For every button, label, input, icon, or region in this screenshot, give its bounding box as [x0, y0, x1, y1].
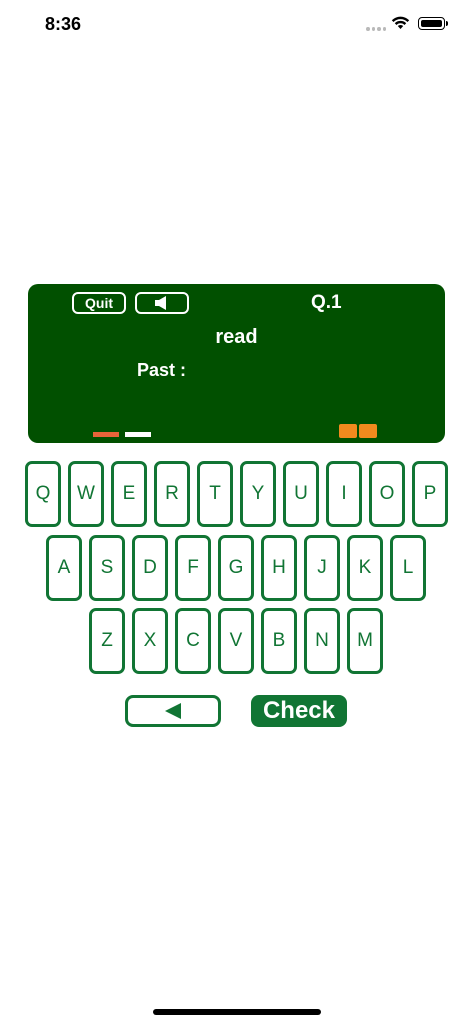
sound-button[interactable] — [135, 292, 189, 314]
key-s[interactable]: S — [89, 535, 125, 601]
key-w[interactable]: W — [68, 461, 104, 527]
status-bar: 8:36 — [0, 0, 473, 50]
score-indicator — [339, 424, 377, 438]
question-board: Quit Q.1 read Past : — [28, 284, 445, 443]
past-tense-label: Past : — [137, 360, 187, 380]
score-block — [359, 424, 377, 438]
key-d[interactable]: D — [132, 535, 168, 601]
key-k[interactable]: K — [347, 535, 383, 601]
key-c[interactable]: C — [175, 608, 211, 674]
key-n[interactable]: N — [304, 608, 340, 674]
key-g[interactable]: G — [218, 535, 254, 601]
backspace-button[interactable] — [125, 695, 221, 727]
key-j[interactable]: J — [304, 535, 340, 601]
key-u[interactable]: U — [283, 461, 319, 527]
key-x[interactable]: X — [132, 608, 168, 674]
key-t[interactable]: T — [197, 461, 233, 527]
progress-segment-current — [93, 432, 119, 437]
key-o[interactable]: O — [369, 461, 405, 527]
key-z[interactable]: Z — [89, 608, 125, 674]
key-v[interactable]: V — [218, 608, 254, 674]
key-y[interactable]: Y — [240, 461, 276, 527]
key-i[interactable]: I — [326, 461, 362, 527]
wifi-icon — [391, 16, 410, 29]
key-e[interactable]: E — [111, 461, 147, 527]
speaker-icon — [155, 296, 166, 310]
key-l[interactable]: L — [390, 535, 426, 601]
key-h[interactable]: H — [261, 535, 297, 601]
quit-button[interactable]: Quit — [72, 292, 126, 314]
battery-icon — [418, 17, 448, 30]
status-time: 8:36 — [45, 14, 82, 34]
key-b[interactable]: B — [261, 608, 297, 674]
key-a[interactable]: A — [46, 535, 82, 601]
key-p[interactable]: P — [412, 461, 448, 527]
score-block — [339, 424, 357, 438]
key-q[interactable]: Q — [25, 461, 61, 527]
home-indicator — [153, 1009, 321, 1015]
key-f[interactable]: F — [175, 535, 211, 601]
progress-indicator — [93, 432, 151, 437]
progress-segment-next — [125, 432, 151, 437]
check-button[interactable]: Check — [251, 695, 347, 727]
key-r[interactable]: R — [154, 461, 190, 527]
base-verb: read — [215, 326, 258, 348]
cellular-signal-icon — [366, 27, 386, 33]
question-number: Q.1 — [311, 292, 342, 313]
key-m[interactable]: M — [347, 608, 383, 674]
left-triangle-icon — [165, 703, 181, 719]
